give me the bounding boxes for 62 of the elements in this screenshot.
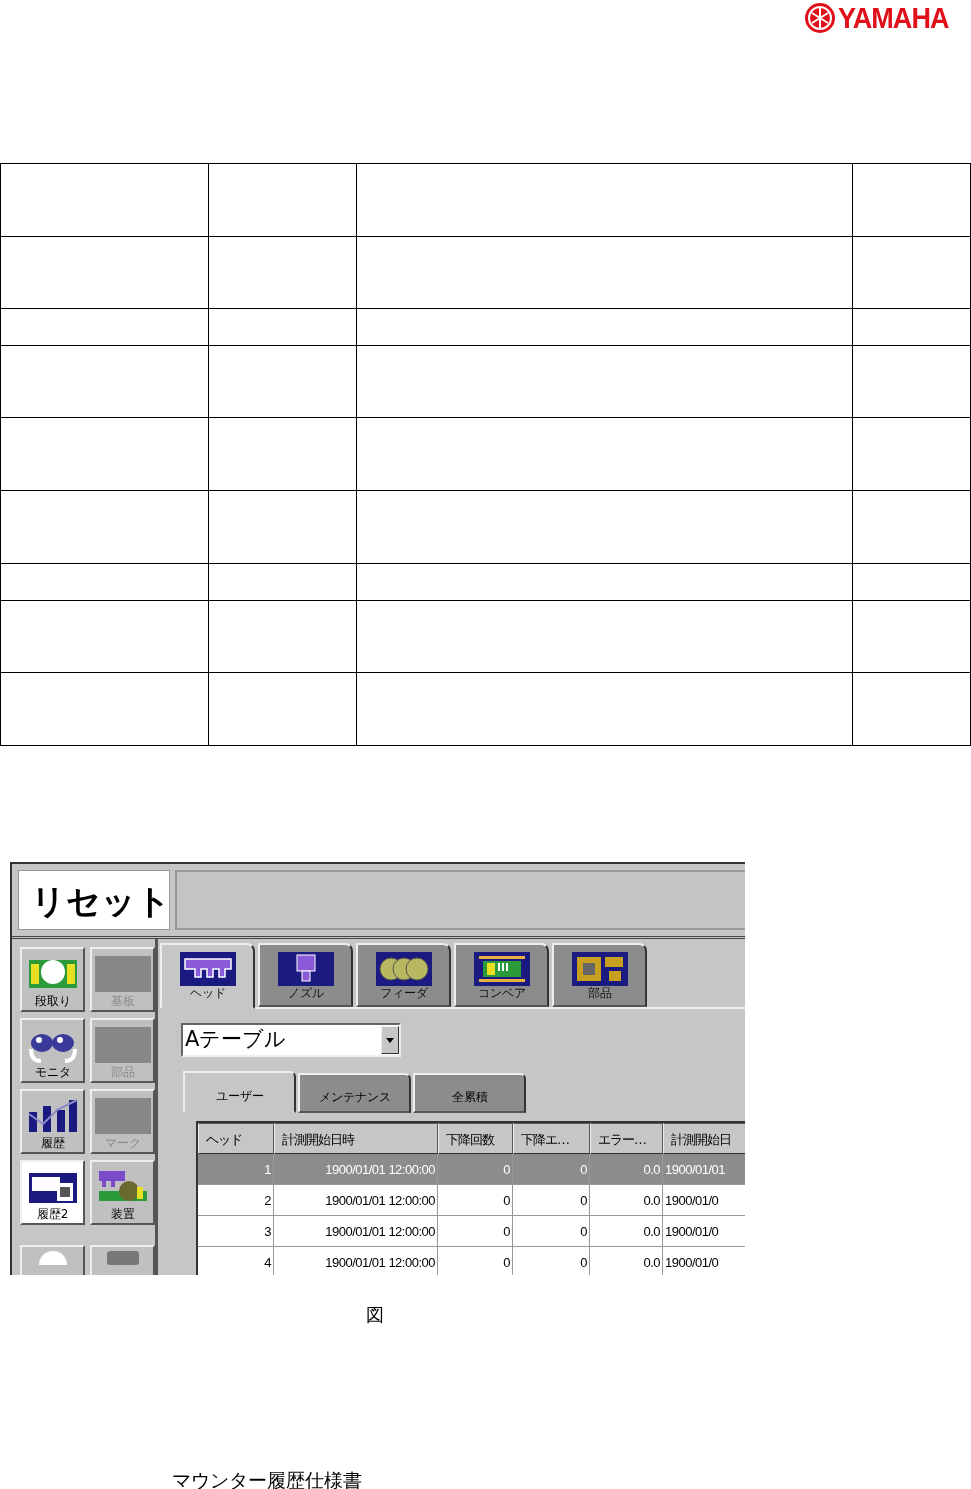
table-row[interactable]: 2 1900/01/01 12:00:00 0 0 0.0 1900/01/0: [198, 1185, 745, 1216]
logo-text: YAMAHA: [838, 2, 949, 34]
disabled-icon: [94, 1025, 151, 1065]
table-cell: 0.0: [643, 1193, 660, 1208]
table-cell: 0: [503, 1224, 510, 1239]
sidebar-button[interactable]: モニタ: [20, 1018, 85, 1083]
reels-icon: [374, 951, 433, 987]
tab[interactable]: メンテナンス: [298, 1073, 411, 1113]
table-cell: 2: [264, 1193, 271, 1208]
table-cell: 0: [503, 1162, 510, 1177]
table-cell: 0: [503, 1255, 510, 1270]
nozzle-icon: [276, 951, 335, 987]
table-cell: 1900/01/01 12:00:00: [325, 1193, 435, 1208]
column-header[interactable]: 下降回数: [438, 1123, 513, 1154]
table-cell: 1900/01/01 12:00:00: [325, 1224, 435, 1239]
screen-title: リセット: [18, 870, 170, 930]
table-row[interactable]: 4 1900/01/01 12:00:00 0 0 0.0 1900/01/0: [198, 1247, 745, 1275]
column-header[interactable]: エラー…: [590, 1123, 663, 1154]
table-row[interactable]: 3 1900/01/01 12:00:00 0 0 0.0 1900/01/0: [198, 1216, 745, 1247]
sidebar-button[interactable]: 履歴: [20, 1089, 85, 1154]
table-cell: 1900/01/01 12:00:00: [325, 1162, 435, 1177]
table-cell: 3: [264, 1224, 271, 1239]
table-cell: 1900/01/0: [665, 1193, 719, 1208]
column-header[interactable]: ヘッド: [198, 1123, 274, 1154]
table-cell: 1900/01/01: [665, 1162, 726, 1177]
table-cell: 1: [264, 1162, 271, 1177]
tab[interactable]: ノズル: [258, 943, 353, 1007]
table-cell: 1900/01/0: [665, 1224, 719, 1239]
chips-icon: [570, 951, 629, 987]
column-header[interactable]: 下降エ…: [513, 1123, 590, 1154]
sidebar-button[interactable]: 装置: [90, 1160, 155, 1225]
table-cell: 0.0: [643, 1224, 660, 1239]
table-cell: 4: [264, 1255, 271, 1270]
sidebar-button[interactable]: 履歴2: [20, 1160, 85, 1225]
tab[interactable]: ユーザー: [183, 1071, 296, 1113]
tuning-fork-emblem-icon: [804, 2, 837, 34]
tab[interactable]: フィーダ: [356, 943, 451, 1007]
column-header[interactable]: 計測開始日: [663, 1123, 745, 1154]
caret-icon: [386, 1037, 394, 1043]
disabled-icon: [94, 1096, 151, 1136]
tab[interactable]: コンベア: [454, 943, 549, 1007]
figure-caption: 図: [366, 1303, 384, 1327]
table-cell: 0: [580, 1255, 587, 1270]
footer-text: マウンター履歴仕様書: [172, 1468, 362, 1489]
square-icon: [106, 1251, 139, 1265]
table-cell: 0.0: [643, 1255, 660, 1270]
disabled-icon: [94, 954, 151, 994]
head-icon: [178, 951, 237, 987]
table-cell: 0: [580, 1162, 587, 1177]
table-cell: 0: [580, 1224, 587, 1239]
table-cell: 1900/01/0: [665, 1255, 719, 1270]
table-cell: 1900/01/01 12:00:00: [325, 1255, 435, 1270]
column-header[interactable]: 計測開始日時: [274, 1123, 438, 1154]
sidebar-button[interactable]: 段取り: [20, 947, 85, 1012]
table-cell: 0.0: [643, 1162, 660, 1177]
conveyor-icon: [472, 951, 531, 987]
table-cell: 0: [503, 1193, 510, 1208]
tab[interactable]: ヘッド: [160, 943, 255, 1009]
tab[interactable]: 部品: [552, 943, 647, 1007]
table-cell: 0: [580, 1193, 587, 1208]
tab[interactable]: 全累積: [413, 1073, 526, 1113]
dropdown[interactable]: Aテーブル: [181, 1023, 401, 1057]
